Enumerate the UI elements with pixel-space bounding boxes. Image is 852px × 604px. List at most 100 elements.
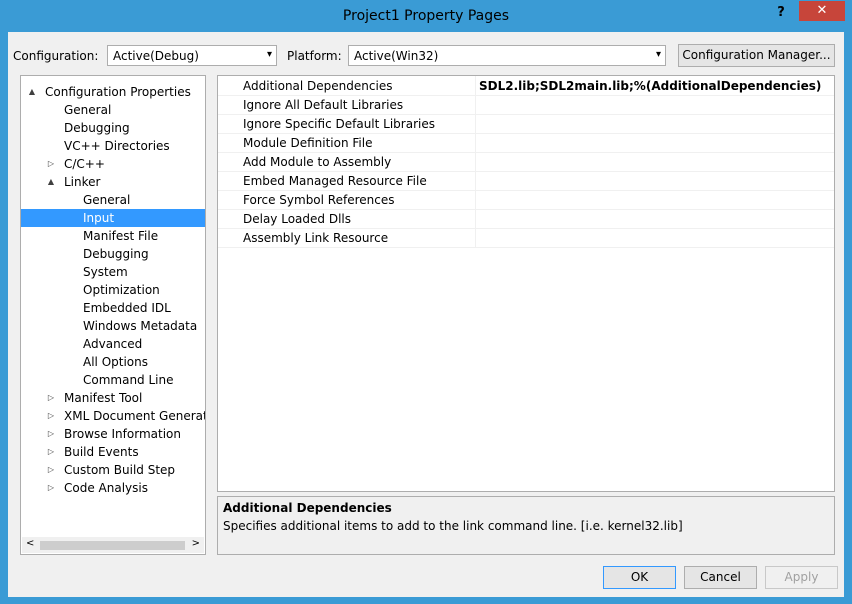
platform-combo[interactable]: Active(Win32) ▾ <box>348 45 666 66</box>
tree-item-14[interactable]: Advanced <box>21 335 205 353</box>
property-row[interactable]: Delay Loaded Dlls <box>218 209 834 229</box>
tree-item-label: General <box>64 103 112 117</box>
ok-button[interactable]: OK <box>603 566 676 589</box>
column-divider <box>475 76 476 95</box>
tree-item-label: Custom Build Step <box>64 463 176 477</box>
property-name: Module Definition File <box>243 136 373 150</box>
column-divider <box>475 190 476 209</box>
column-divider <box>475 171 476 190</box>
tree-item-4[interactable]: ▷ C/C++ <box>21 155 205 173</box>
column-divider <box>475 228 476 247</box>
tree-item-3[interactable]: VC++ Directories <box>21 137 205 155</box>
property-tree[interactable]: ▲ Configuration Properties General Debuggin… <box>20 75 206 555</box>
tree-item-13[interactable]: Windows Metadata <box>21 317 205 335</box>
expand-triangle-icon[interactable]: ▷ <box>46 443 56 461</box>
window-title: Project1 Property Pages <box>342 8 510 24</box>
collapse-triangle-icon[interactable]: ▲ <box>46 173 56 191</box>
property-name: Embed Managed Resource File <box>243 174 427 188</box>
configuration-manager-button[interactable]: Configuration Manager... <box>678 44 835 67</box>
tree-item-12[interactable]: Embedded IDL <box>21 299 205 317</box>
property-row[interactable]: Force Symbol References <box>218 190 834 210</box>
expand-triangle-icon[interactable]: ▷ <box>46 407 56 425</box>
tree-item-5[interactable]: ▲ Linker <box>21 173 205 191</box>
chevron-down-icon: ▾ <box>655 49 661 60</box>
tree-item-11[interactable]: Optimization <box>21 281 205 299</box>
column-divider <box>475 114 476 133</box>
tree-item-15[interactable]: All Options <box>21 353 205 371</box>
expand-triangle-icon[interactable]: ▷ <box>46 425 56 443</box>
collapse-triangle-icon[interactable]: ▲ <box>27 83 37 101</box>
tree-item-10[interactable]: System <box>21 263 205 281</box>
property-name: Add Module to Assembly <box>243 155 392 169</box>
tree-item-2[interactable]: Debugging <box>21 119 205 137</box>
expand-triangle-icon[interactable]: ▷ <box>46 461 56 479</box>
column-divider <box>475 152 476 171</box>
tree-item-8[interactable]: Manifest File <box>21 227 205 245</box>
tree-item-1[interactable]: General <box>21 101 205 119</box>
property-name: Delay Loaded Dlls <box>243 212 351 226</box>
cancel-button[interactable]: Cancel <box>684 566 757 589</box>
expand-triangle-icon[interactable]: ▷ <box>46 479 56 497</box>
apply-button[interactable]: Apply <box>765 566 838 589</box>
tree-item-label: Linker <box>64 175 101 189</box>
property-name: Force Symbol References <box>243 193 395 207</box>
tree-item-9[interactable]: Debugging <box>21 245 205 263</box>
tree-item-label: Manifest File <box>83 229 159 243</box>
horizontal-scrollbar[interactable]: < > <box>22 537 204 553</box>
tree-item-label: XML Document Generator <box>64 409 206 423</box>
platform-value: Active(Win32) <box>354 49 439 63</box>
configuration-combo[interactable]: Active(Debug) ▾ <box>107 45 277 66</box>
dialog-body: Configuration: Active(Debug) ▾ Platform:… <box>8 32 844 597</box>
tree-item-21[interactable]: ▷ Custom Build Step <box>21 461 205 479</box>
tree-item-label: Advanced <box>83 337 143 351</box>
configuration-value: Active(Debug) <box>113 49 199 63</box>
tree-item-label: Embedded IDL <box>83 301 171 315</box>
tree-item-20[interactable]: ▷ Build Events <box>21 443 205 461</box>
chevron-down-icon: ▾ <box>266 49 272 60</box>
tree-item-label: Build Events <box>64 445 139 459</box>
tree-item-label: Optimization <box>83 283 160 297</box>
property-row[interactable]: Ignore Specific Default Libraries <box>218 114 834 134</box>
help-button[interactable]: ? <box>771 5 791 25</box>
tree-item-label: Configuration Properties <box>45 85 191 99</box>
tree-item-label: Debugging <box>64 121 130 135</box>
property-name: Additional Dependencies <box>243 79 393 93</box>
configuration-label: Configuration: <box>13 49 99 63</box>
tree-item-6[interactable]: General <box>21 191 205 209</box>
expand-triangle-icon[interactable]: ▷ <box>46 389 56 407</box>
scroll-left-icon[interactable]: < <box>26 538 34 549</box>
expand-triangle-icon[interactable]: ▷ <box>46 155 56 173</box>
description-panel: Additional Dependencies Specifies additi… <box>217 496 835 555</box>
platform-label: Platform: <box>287 49 342 63</box>
tree-item-7[interactable]: Input <box>21 209 205 227</box>
property-row[interactable]: Add Module to Assembly <box>218 152 834 172</box>
tree-item-0[interactable]: ▲ Configuration Properties <box>21 83 205 101</box>
scroll-thumb[interactable] <box>40 541 185 550</box>
tree-item-19[interactable]: ▷ Browse Information <box>21 425 205 443</box>
tree-item-22[interactable]: ▷ Code Analysis <box>21 479 205 497</box>
close-button[interactable]: ✕ <box>799 1 845 21</box>
tree-item-label: All Options <box>83 355 148 369</box>
tree-item-17[interactable]: ▷ Manifest Tool <box>21 389 205 407</box>
tree-item-label: Debugging <box>83 247 149 261</box>
tree-item-16[interactable]: Command Line <box>21 371 205 389</box>
property-grid[interactable]: Additional Dependencies SDL2.lib;SDL2main… <box>217 75 835 492</box>
description-title: Additional Dependencies <box>223 501 392 515</box>
tree-item-label: Windows Metadata <box>83 319 198 333</box>
title-bar[interactable]: Project1 Property Pages ? ✕ <box>1 1 851 32</box>
property-row[interactable]: Assembly Link Resource <box>218 228 834 248</box>
tree-item-18[interactable]: ▷ XML Document Generator <box>21 407 205 425</box>
property-value[interactable]: SDL2.lib;SDL2main.lib;%(AdditionalDepend… <box>479 79 821 93</box>
property-row[interactable]: Additional Dependencies SDL2.lib;SDL2main… <box>218 76 834 96</box>
property-row[interactable]: Module Definition File <box>218 133 834 153</box>
property-name: Assembly Link Resource <box>243 231 389 245</box>
property-name: Ignore All Default Libraries <box>243 98 404 112</box>
tree-item-label: C/C++ <box>64 157 105 171</box>
property-row[interactable]: Ignore All Default Libraries <box>218 95 834 115</box>
property-name: Ignore Specific Default Libraries <box>243 117 435 131</box>
scroll-right-icon[interactable]: > <box>192 538 200 549</box>
property-row[interactable]: Embed Managed Resource File <box>218 171 834 191</box>
tree-item-label: Code Analysis <box>64 481 148 495</box>
tree-item-label: Manifest Tool <box>64 391 143 405</box>
tree-item-label: Browse Information <box>64 427 181 441</box>
